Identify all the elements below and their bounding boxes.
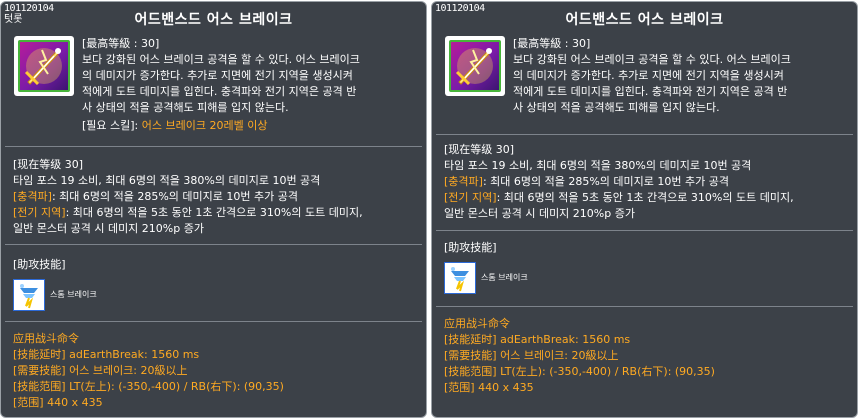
- desc-line: 의 데미지가 증가한다. 추가로 지면에 전기 지역을 생성시켜: [82, 69, 353, 82]
- skill-description: [最高等級 : 30] 보다 강화된 어스 브레이크 공격을 할 수 있다. 어…: [513, 36, 849, 116]
- combat-command-header: 应用战斗命令: [444, 317, 510, 330]
- electric-zone-label: [전기 지역]: [13, 206, 66, 219]
- shock-wave-line: [충격파]: 최대 6명의 적을 285%의 데미지로 10번 추가 공격: [444, 174, 854, 190]
- skill-range-value: LT(左上): (-350,-400) / RB(右下): (90,35): [496, 365, 715, 378]
- combat-command-header: 应用战斗命令: [13, 332, 79, 345]
- skill-description: [最高等級 : 30] 보다 강화된 어스 브레이크 공격을 할 수 있다. 어…: [82, 36, 418, 134]
- desc-line: 보다 강화된 어스 브레이크 공격을 할 수 있다. 어스 브레이크: [82, 53, 360, 66]
- skill-range: [技能范围] LT(左上): (-350,-400) / RB(右下): (90…: [13, 379, 423, 395]
- divider: [5, 146, 422, 147]
- combat-command-section: 应用战斗命令 [技能延时] adEarthBreak: 1560 ms [需要技…: [13, 331, 423, 411]
- divider: [436, 306, 853, 307]
- skill-title: 어드밴스드 어스 브레이크: [565, 12, 724, 28]
- skill-delay-label: [技能延时]: [444, 333, 497, 346]
- desc-line: 보다 강화된 어스 브레이크 공격을 할 수 있다. 어스 브레이크: [513, 53, 791, 66]
- current-line: 타임 포스 19 소비, 최대 6명의 적을 380%의 데미지로 10번 공격: [444, 159, 752, 172]
- required-skill-label: [필요 스킬]:: [82, 119, 139, 132]
- shock-wave-text: : 최대 6명의 적을 285%의 데미지로 10번 추가 공격: [482, 175, 729, 188]
- electric-zone-label: [전기 지역]: [444, 191, 497, 204]
- earth-break-sword-icon: [445, 36, 505, 96]
- current-line: 타임 포스 19 소비, 최대 6명의 적을 380%의 데미지로 10번 공격: [13, 174, 321, 187]
- needed-skill-value: 어스 브레이크: 20級以上: [496, 349, 619, 362]
- combat-command-section: 应用战斗命令 [技能延时] adEarthBreak: 1560 ms [需要技…: [444, 316, 854, 396]
- skill-range-label: [技能范围]: [444, 365, 497, 378]
- divider: [5, 244, 422, 245]
- skill-tooltip-left: 101120104 텃롯 어드밴스드 어스 브레이크 [最高等級 : 30] 보…: [0, 1, 427, 418]
- divider: [436, 230, 853, 231]
- desc-line: 적에게 도트 데미지를 입힌다. 충격파와 전기 지역은 공격 반: [513, 85, 788, 98]
- assist-skill-item[interactable]: 스톰 브레이크: [13, 279, 213, 311]
- area-size: [范围] 440 x 435: [444, 380, 854, 396]
- current-level-section: [现在等级 30] 타임 포스 19 소비, 최대 6명의 적을 380%의 데…: [13, 157, 423, 237]
- assist-skill-header: [助攻技能]: [13, 258, 66, 271]
- assist-skill-item[interactable]: 스톰 브레이크: [444, 262, 644, 294]
- assist-skill-label: 스톰 브레이크: [50, 290, 97, 299]
- desc-line: 사 상태의 적을 공격해도 피해를 입지 않는다.: [513, 101, 720, 114]
- skill-range: [技能范围] LT(左上): (-350,-400) / RB(右下): (90…: [444, 364, 854, 380]
- electric-zone-line: [전기 지역]: 최대 6명의 적을 5초 동안 1초 간격으로 310%의 도…: [13, 205, 423, 221]
- divider: [436, 134, 853, 135]
- max-level: [最高等級 : 30]: [513, 37, 591, 50]
- electric-zone-line: [전기 지역]: 최대 6명의 적을 5초 동안 1초 간격으로 310%의 도…: [444, 190, 854, 206]
- skill-delay: [技能延时] adEarthBreak: 1560 ms: [13, 347, 423, 363]
- shock-wave-label: [충격파]: [444, 175, 483, 188]
- area-size-label: [范围]: [13, 396, 44, 409]
- max-level: [最高等級 : 30]: [82, 37, 160, 50]
- shock-wave-text: : 최대 6명의 적을 285%의 데미지로 10번 추가 공격: [51, 190, 298, 203]
- desc-line: 사 상태의 적을 공격해도 피해를 입지 않는다.: [82, 101, 289, 114]
- desc-line: 의 데미지가 증가한다. 추가로 지면에 전기 지역을 생성시켜: [513, 69, 784, 82]
- skill-delay-label: [技能延时]: [13, 348, 66, 361]
- required-skill-value: 어스 브레이크 20레벨 이상: [138, 119, 268, 132]
- assist-skill-label: 스톰 브레이크: [481, 273, 528, 282]
- skill-title: 어드밴스드 어스 브레이크: [134, 12, 293, 28]
- area-size-value: 440 x 435: [474, 381, 534, 394]
- skill-delay-value: adEarthBreak: 1560 ms: [496, 333, 631, 346]
- assist-skill-header: [助攻技能]: [444, 241, 497, 254]
- required-skill: [필요 스킬]: 어스 브레이크 20레벨 이상: [82, 118, 418, 134]
- skill-delay-value: adEarthBreak: 1560 ms: [65, 348, 200, 361]
- area-size-label: [范围]: [444, 381, 475, 394]
- current-level-label: [现在等级 30]: [13, 158, 84, 171]
- needed-skill-label: [需要技能]: [13, 364, 66, 377]
- desc-line: 적에게 도트 데미지를 입힌다. 충격파와 전기 지역은 공격 반: [82, 85, 357, 98]
- needed-skill: [需要技能] 어스 브레이크: 20級以上: [444, 348, 854, 364]
- electric-zone-line-2: 일반 몬스터 공격 시 데미지 210%p 증가: [13, 222, 204, 235]
- skill-range-value: LT(左上): (-350,-400) / RB(右下): (90,35): [65, 380, 284, 393]
- skill-delay: [技能延时] adEarthBreak: 1560 ms: [444, 332, 854, 348]
- divider: [5, 321, 422, 322]
- storm-break-icon: [444, 262, 476, 294]
- electric-zone-line-2: 일반 몬스터 공격 시 데미지 210%p 증가: [444, 207, 635, 220]
- storm-break-icon: [13, 279, 45, 311]
- electric-zone-text: : 최대 6명의 적을 5초 동안 1초 간격으로 310%의 도트 데미지,: [496, 191, 794, 204]
- shock-wave-line: [충격파]: 최대 6명의 적을 285%의 데미지로 10번 추가 공격: [13, 189, 423, 205]
- earth-break-sword-icon: [14, 36, 74, 96]
- current-level-label: [现在等级 30]: [444, 143, 515, 156]
- area-size-value: 440 x 435: [43, 396, 103, 409]
- skill-tooltip-right: 101120104 어드밴스드 어스 브레이크 [最高等級 : 30] 보다 강…: [431, 1, 858, 418]
- current-level-section: [现在等级 30] 타임 포스 19 소비, 최대 6명의 적을 380%의 데…: [444, 142, 854, 222]
- needed-skill-label: [需要技能]: [444, 349, 497, 362]
- needed-skill-value: 어스 브레이크: 20級以上: [65, 364, 188, 377]
- electric-zone-text: : 최대 6명의 적을 5초 동안 1초 간격으로 310%의 도트 데미지,: [65, 206, 363, 219]
- skill-range-label: [技能范围]: [13, 380, 66, 393]
- needed-skill: [需要技能] 어스 브레이크: 20級以上: [13, 363, 423, 379]
- area-size: [范围] 440 x 435: [13, 395, 423, 411]
- shock-wave-label: [충격파]: [13, 190, 52, 203]
